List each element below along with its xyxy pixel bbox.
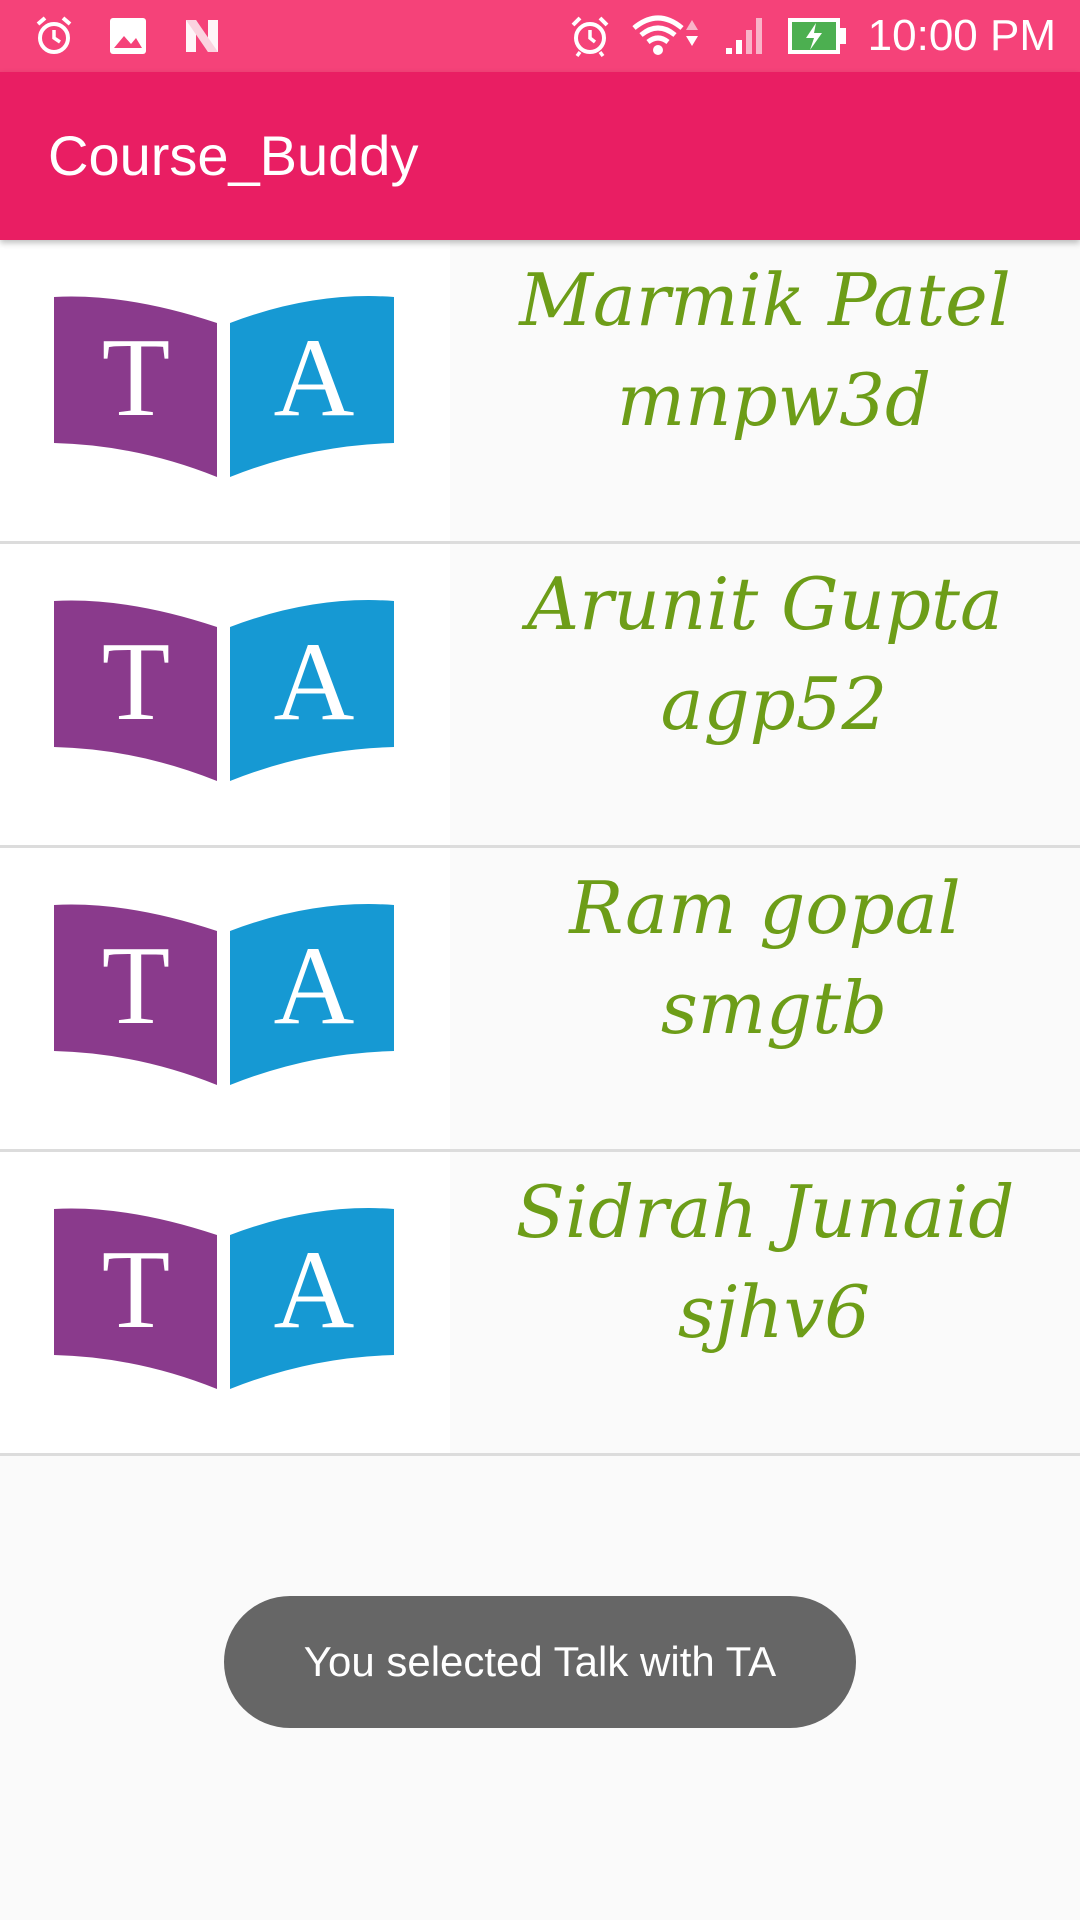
ta-logo-cell: T A	[0, 1152, 450, 1453]
ta-logo-letter-t: T	[102, 620, 170, 744]
ta-id: smgtb	[660, 966, 888, 1050]
ta-text: Arunit Gupta agp52	[450, 544, 1080, 845]
status-bar-left	[30, 0, 226, 72]
toast-message: You selected Talk with TA	[224, 1596, 856, 1728]
ta-id: mnpw3d	[616, 358, 932, 442]
ta-name: Ram gopal	[569, 866, 961, 950]
ta-book-logo-icon: T A	[54, 904, 394, 1085]
battery-charging-icon	[787, 18, 846, 54]
ta-logo-letter-t: T	[102, 924, 170, 1048]
ta-logo-letter-a: A	[274, 924, 355, 1048]
ta-logo-cell: T A	[0, 240, 450, 541]
ta-book-logo-icon: T A	[54, 296, 394, 477]
ta-text: Marmik Patel mnpw3d	[450, 240, 1080, 541]
ta-logo-cell: T A	[0, 544, 450, 845]
ta-text: Ram gopal smgtb	[450, 848, 1080, 1149]
ta-logo-letter-t: T	[102, 1228, 170, 1352]
n-logo-icon	[186, 20, 218, 52]
ta-name: Arunit Gupta	[527, 562, 1003, 646]
status-bar: 10:00 PM	[0, 0, 1080, 72]
ta-book-logo-icon: T A	[54, 1208, 394, 1389]
ta-list-item[interactable]: T A Arunit Gupta agp52	[0, 544, 1080, 848]
image-icon	[110, 18, 146, 54]
ta-logo-letter-t: T	[102, 316, 170, 440]
status-time: 10:00 PM	[867, 11, 1056, 60]
ta-logo-letter-a: A	[274, 1228, 355, 1352]
status-bar-right: 10:00 PM	[566, 0, 1056, 72]
app-bar: Course_Buddy	[0, 72, 1080, 240]
ta-logo-cell: T A	[0, 848, 450, 1149]
ta-book-logo-icon: T A	[54, 600, 394, 781]
ta-logo-letter-a: A	[274, 316, 355, 440]
alarm-icon	[571, 16, 609, 58]
app-title: Course_Buddy	[48, 124, 419, 187]
ta-id: sjhv6	[677, 1270, 871, 1354]
ta-name: Sidrah Junaid	[515, 1170, 1015, 1254]
ta-list: T A Marmik Patel mnpw3d T A Arunit Gupta…	[0, 240, 1080, 1456]
ta-list-item[interactable]: T A Ram gopal smgtb	[0, 848, 1080, 1152]
ta-id: agp52	[660, 662, 888, 746]
ta-list-item[interactable]: T A Marmik Patel mnpw3d	[0, 240, 1080, 544]
ta-list-item[interactable]: T A Sidrah Junaid sjhv6	[0, 1152, 1080, 1456]
wifi-icon	[632, 15, 698, 55]
ta-name: Marmik Patel	[519, 258, 1011, 342]
ta-text: Sidrah Junaid sjhv6	[450, 1152, 1080, 1453]
signal-icon	[725, 18, 762, 54]
ta-logo-letter-a: A	[274, 620, 355, 744]
alarm-clock-icon	[36, 16, 72, 54]
